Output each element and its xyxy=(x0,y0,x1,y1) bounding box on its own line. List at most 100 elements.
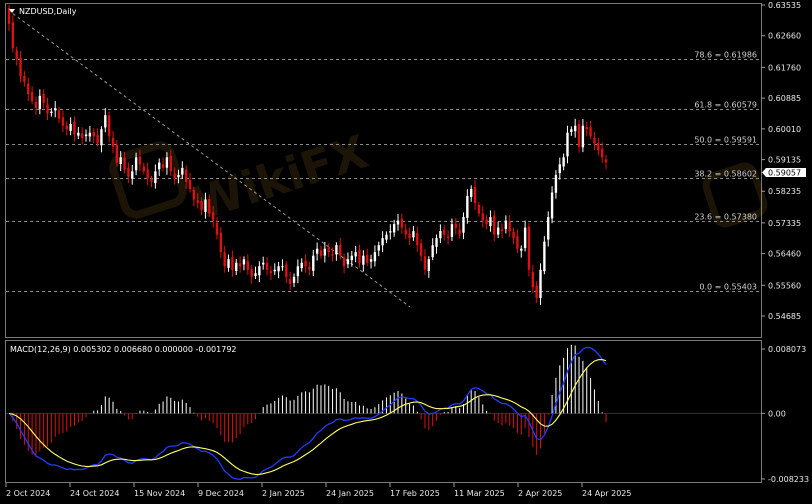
candle-body xyxy=(158,162,161,170)
macd-tick-label: 0.00 xyxy=(768,409,786,418)
candle-body xyxy=(188,179,192,189)
x-tick-label: 2 Jan 2025 xyxy=(262,489,305,498)
candle-body xyxy=(443,229,446,235)
candle-body xyxy=(597,143,600,151)
fib-label: 38.2 = 0.58602 xyxy=(694,170,757,179)
candle-body xyxy=(215,222,219,235)
candle-body xyxy=(296,266,300,277)
chart-title-text: NZDUSD,Daily xyxy=(19,7,77,16)
candle-body xyxy=(111,137,115,147)
candle-body xyxy=(416,233,419,246)
candle-body xyxy=(223,252,226,267)
candle-body xyxy=(327,247,330,253)
candle-body xyxy=(277,266,280,272)
candle-body xyxy=(466,195,469,218)
candle-body xyxy=(450,224,454,237)
candle-body xyxy=(281,266,284,268)
current-price-marker: 0.59057 xyxy=(762,168,806,178)
candle-body xyxy=(80,133,84,139)
candle-body xyxy=(377,245,380,251)
candle-body xyxy=(219,233,223,253)
candle-body xyxy=(500,229,504,232)
candle-body xyxy=(34,101,38,109)
candle-body xyxy=(27,83,30,95)
candle-body xyxy=(184,169,188,182)
candle-body xyxy=(138,156,142,165)
candle-body xyxy=(262,262,265,265)
candle-body xyxy=(292,276,296,283)
candle-body xyxy=(512,231,515,239)
candle-body xyxy=(496,227,500,235)
candle-body xyxy=(527,226,531,270)
price-tick-label: 0.60885 xyxy=(768,94,801,103)
current-price-text: 0.59057 xyxy=(768,169,801,178)
candle-body xyxy=(381,238,384,246)
candle-body xyxy=(246,261,249,270)
candle-body xyxy=(319,250,323,256)
x-tick-label: 11 Mar 2025 xyxy=(454,489,505,498)
candle-body xyxy=(127,167,130,177)
candle-body xyxy=(208,199,211,214)
x-tick-label: 24 Oct 2024 xyxy=(70,489,119,498)
candle-body xyxy=(69,123,72,131)
candle-body xyxy=(423,256,427,270)
price-tick-label: 0.55560 xyxy=(768,281,801,290)
candle-body xyxy=(61,117,65,126)
candle-body xyxy=(142,166,146,172)
candle-body xyxy=(54,108,57,111)
candle-body xyxy=(600,148,604,158)
candle-body xyxy=(481,213,484,221)
candle-body xyxy=(177,174,180,178)
candle-body xyxy=(570,129,573,133)
candle-body xyxy=(15,50,18,59)
chart-title[interactable]: NZDUSD,Daily xyxy=(9,7,77,16)
candle-body xyxy=(50,111,53,114)
price-tick-label: 0.59135 xyxy=(768,156,801,165)
price-tick-label: 0.58235 xyxy=(768,187,801,196)
candle-body xyxy=(439,231,442,239)
candle-body xyxy=(358,250,361,263)
candle-body xyxy=(200,201,203,211)
candle-body xyxy=(350,255,353,261)
x-tick-label: 15 Nov 2024 xyxy=(134,489,185,498)
candle-body xyxy=(308,266,311,270)
candle-body xyxy=(366,255,369,263)
candle-body xyxy=(88,132,92,137)
macd-tick-label: 0.008073 xyxy=(768,345,806,354)
candle-body xyxy=(161,164,165,168)
candle-body xyxy=(373,252,377,262)
candle-body xyxy=(558,164,561,174)
candle-body xyxy=(300,262,303,269)
price-tick-label: 0.54685 xyxy=(768,312,801,321)
candle-body xyxy=(7,7,11,24)
fib-label: 50.0 = 0.59591 xyxy=(694,136,757,145)
fib-label: 78.6 = 0.61986 xyxy=(694,51,757,60)
candle-body xyxy=(46,104,49,114)
candle-body xyxy=(23,76,26,82)
candle-body xyxy=(231,257,234,270)
candle-body xyxy=(504,220,508,230)
candle-body xyxy=(593,137,596,144)
candle-body xyxy=(115,144,119,163)
candle-body xyxy=(354,252,357,257)
candle-body xyxy=(211,212,215,221)
macd-label: MACD(12,26,9) 0.005302 0.006680 0.000000… xyxy=(10,345,237,354)
candle-body xyxy=(11,22,15,49)
candle-body xyxy=(96,135,99,144)
candle-body xyxy=(196,200,199,204)
candle-body xyxy=(107,115,111,137)
candle-body xyxy=(493,215,496,235)
candle-body xyxy=(523,227,527,249)
price-tick-label: 0.56460 xyxy=(768,250,801,259)
candle-body xyxy=(242,259,246,265)
nzdusd-chart[interactable]: WikiFX 78.6 = 0.6198661.8 = 0.6057950.0 … xyxy=(0,0,812,504)
candle-body xyxy=(204,199,207,212)
candle-body xyxy=(573,125,577,132)
candle-body xyxy=(427,259,431,272)
candle-body xyxy=(419,243,423,256)
candle-body xyxy=(273,269,276,272)
candle-body xyxy=(104,115,107,128)
candle-body xyxy=(508,221,511,232)
candle-body xyxy=(550,192,554,219)
candle-body xyxy=(362,255,365,265)
